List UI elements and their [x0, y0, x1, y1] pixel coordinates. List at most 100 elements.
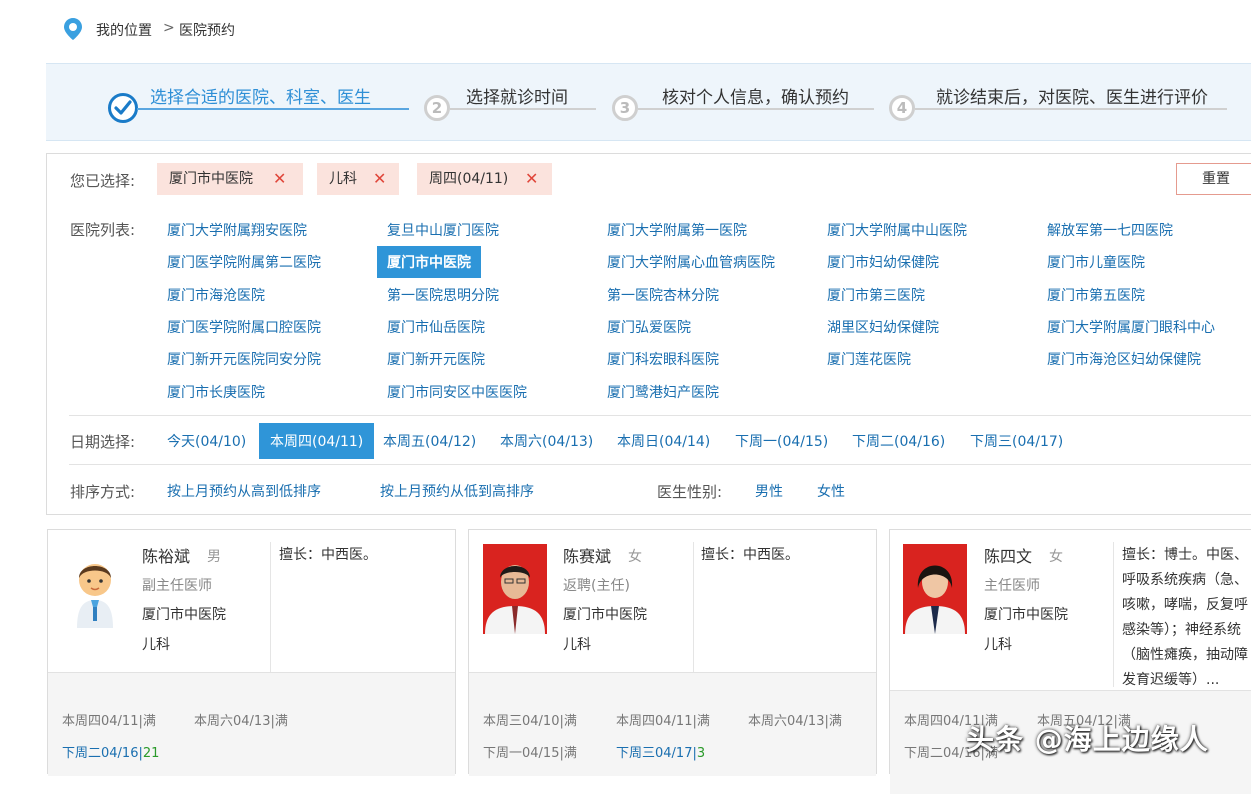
card-divider: [693, 542, 694, 687]
doctor-title: 主任医师: [984, 578, 1040, 594]
schedule-slot-available[interactable]: 下周二04/16|21: [62, 742, 159, 761]
date-option[interactable]: 本周六(04/13): [500, 431, 593, 451]
date-option[interactable]: 下周二(04/16): [852, 431, 945, 451]
remove-hospital-icon[interactable]: ✕: [273, 163, 286, 195]
doctor-specialty: 擅长：中西医。: [701, 547, 799, 563]
sort-high-to-low-link[interactable]: 按上月预约从高到低排序: [167, 481, 321, 501]
hospital-link[interactable]: 厦门弘爱医院: [607, 317, 691, 337]
hospital-link[interactable]: 湖里区妇幼保健院: [827, 317, 939, 337]
selected-tag-date: 周四(04/11) ✕: [417, 163, 552, 195]
hospital-link[interactable]: 厦门大学附属厦门眼科中心: [1047, 317, 1215, 337]
doctor-photo: [483, 544, 547, 634]
doctor-photo: [903, 544, 967, 634]
card-divider: [270, 542, 271, 687]
step-3-label: 核对个人信息，确认预约: [662, 88, 849, 108]
hospital-link[interactable]: 厦门大学附属翔安医院: [167, 220, 307, 240]
hospital-link[interactable]: 厦门市海沧区妇幼保健院: [1047, 349, 1201, 369]
step-4-circle: 4: [889, 95, 915, 121]
hospital-link[interactable]: 复旦中山厦门医院: [387, 220, 499, 240]
progress-steps: 选择合适的医院、科室、医生 2 选择就诊时间 3 核对个人信息，确认预约 4 就…: [46, 63, 1251, 141]
step-2-label: 选择就诊时间: [466, 88, 568, 108]
step-4-label: 就诊结束后，对医院、医生进行评价: [936, 88, 1208, 108]
date-option[interactable]: 本周日(04/14): [617, 431, 710, 451]
hospital-link[interactable]: 厦门市长庚医院: [167, 382, 265, 402]
hospital-link[interactable]: 厦门市仙岳医院: [387, 317, 485, 337]
step-2-line: [450, 108, 596, 110]
hospital-list-label: 医院列表:: [70, 221, 136, 239]
remove-date-icon[interactable]: ✕: [525, 163, 538, 195]
doctor-sex: 男: [207, 549, 221, 565]
gender-female-link[interactable]: 女性: [817, 481, 845, 501]
hospital-link[interactable]: 第一医院思明分院: [387, 285, 499, 305]
hospital-link[interactable]: 第一医院杏林分院: [607, 285, 719, 305]
hospital-link[interactable]: 厦门科宏眼科医院: [607, 349, 719, 369]
doctor-dept: 儿科: [984, 637, 1012, 653]
step-3-circle: 3: [612, 95, 638, 121]
doctor-title: 副主任医师: [142, 578, 212, 594]
hospital-link[interactable]: 厦门市海沧医院: [167, 285, 265, 305]
schedule-slot: 本周四04/11|满: [616, 714, 710, 729]
doctor-card[interactable]: 陈裕斌 男 副主任医师 厦门市中医院 儿科 擅长：中西医。 本周四04/11|满…: [47, 529, 456, 776]
doctor-hospital: 厦门市中医院: [142, 607, 226, 623]
step-3-line: [638, 108, 874, 110]
card-divider: [1113, 542, 1114, 687]
hospital-link[interactable]: 厦门大学附属中山医院: [827, 220, 967, 240]
hospital-link[interactable]: 厦门医学院附属口腔医院: [167, 317, 321, 337]
hospital-link[interactable]: 厦门医学院附属第二医院: [167, 252, 321, 272]
date-option[interactable]: 下周三(04/17): [970, 431, 1063, 451]
hospital-link[interactable]: 厦门市中医院: [377, 246, 481, 278]
doctor-name[interactable]: 陈四文: [984, 543, 1032, 567]
hospital-link[interactable]: 解放军第一七四医院: [1047, 220, 1173, 240]
schedule-slot-available[interactable]: 下周三04/17|3: [616, 742, 705, 761]
doctor-hospital: 厦门市中医院: [984, 607, 1068, 623]
breadcrumb-separator: >: [163, 20, 175, 36]
hospital-link[interactable]: 厦门莲花医院: [827, 349, 911, 369]
doctor-specialty: 擅长：中西医。: [279, 547, 377, 563]
schedule-slot: 本周六04/13|满: [748, 714, 842, 729]
date-option[interactable]: 下周一(04/15): [735, 431, 828, 451]
check-circle-icon: [108, 93, 138, 123]
doctor-name[interactable]: 陈裕斌: [142, 543, 190, 567]
selected-tag-hospital: 厦门市中医院 ✕: [157, 163, 303, 195]
divider: [69, 415, 1251, 416]
doctor-title: 返聘(主任): [563, 578, 630, 594]
location-pin-icon: [64, 18, 82, 40]
hospital-link[interactable]: 厦门大学附属第一医院: [607, 220, 747, 240]
divider: [69, 464, 1251, 465]
hospital-link[interactable]: 厦门市妇幼保健院: [827, 252, 939, 272]
hospital-link[interactable]: 厦门市第五医院: [1047, 285, 1145, 305]
hospital-link[interactable]: 厦门大学附属心血管病医院: [607, 252, 775, 272]
date-option[interactable]: 本周五(04/12): [383, 431, 476, 451]
selected-label: 您已选择:: [70, 172, 136, 190]
date-select-label: 日期选择:: [70, 433, 136, 451]
remove-dept-icon[interactable]: ✕: [373, 163, 386, 195]
doctor-specialty: 擅长：博士。中医、 呼吸系统疾病（急、 咳嗽，哮喘，反复呼 感染等）；神经系统 …: [1122, 547, 1248, 688]
doctor-hospital: 厦门市中医院: [563, 607, 647, 623]
date-option[interactable]: 本周四(04/11): [259, 423, 375, 459]
doctor-name[interactable]: 陈赛斌: [563, 543, 611, 567]
sort-label: 排序方式:: [70, 483, 136, 501]
hospital-link[interactable]: 厦门新开元医院: [387, 349, 485, 369]
schedule-slot: 本周四04/11|满: [62, 714, 156, 729]
hospital-link[interactable]: 厦门新开元医院同安分院: [167, 349, 321, 369]
doctor-sex: 女: [628, 549, 642, 565]
schedule-slot: 本周六04/13|满: [194, 714, 288, 729]
step-1-line: [137, 108, 409, 110]
hospital-link[interactable]: 厦门市同安区中医医院: [387, 382, 527, 402]
breadcrumb-my-location[interactable]: 我的位置: [96, 20, 152, 40]
sort-low-to-high-link[interactable]: 按上月预约从低到高排序: [380, 481, 534, 501]
hospital-link[interactable]: 厦门市儿童医院: [1047, 252, 1145, 272]
doctor-card[interactable]: 陈赛斌 女 返聘(主任) 厦门市中医院 儿科 擅长：中西医。 本周三04/10|…: [468, 529, 877, 776]
gender-male-link[interactable]: 男性: [755, 481, 783, 501]
reset-button[interactable]: 重置: [1176, 163, 1251, 195]
schedule-slot: 下周一04/15|满: [483, 746, 577, 761]
step-4-line: [915, 108, 1227, 110]
hospital-link[interactable]: 厦门市第三医院: [827, 285, 925, 305]
doctor-sex: 女: [1049, 549, 1063, 565]
schedule-slot: 本周三04/10|满: [483, 714, 577, 729]
step-1-label: 选择合适的医院、科室、医生: [150, 88, 371, 108]
breadcrumb-current: 医院预约: [179, 23, 235, 39]
date-option[interactable]: 今天(04/10): [167, 431, 246, 451]
hospital-link[interactable]: 厦门鹭港妇产医院: [607, 382, 719, 402]
step-2-circle: 2: [424, 95, 450, 121]
